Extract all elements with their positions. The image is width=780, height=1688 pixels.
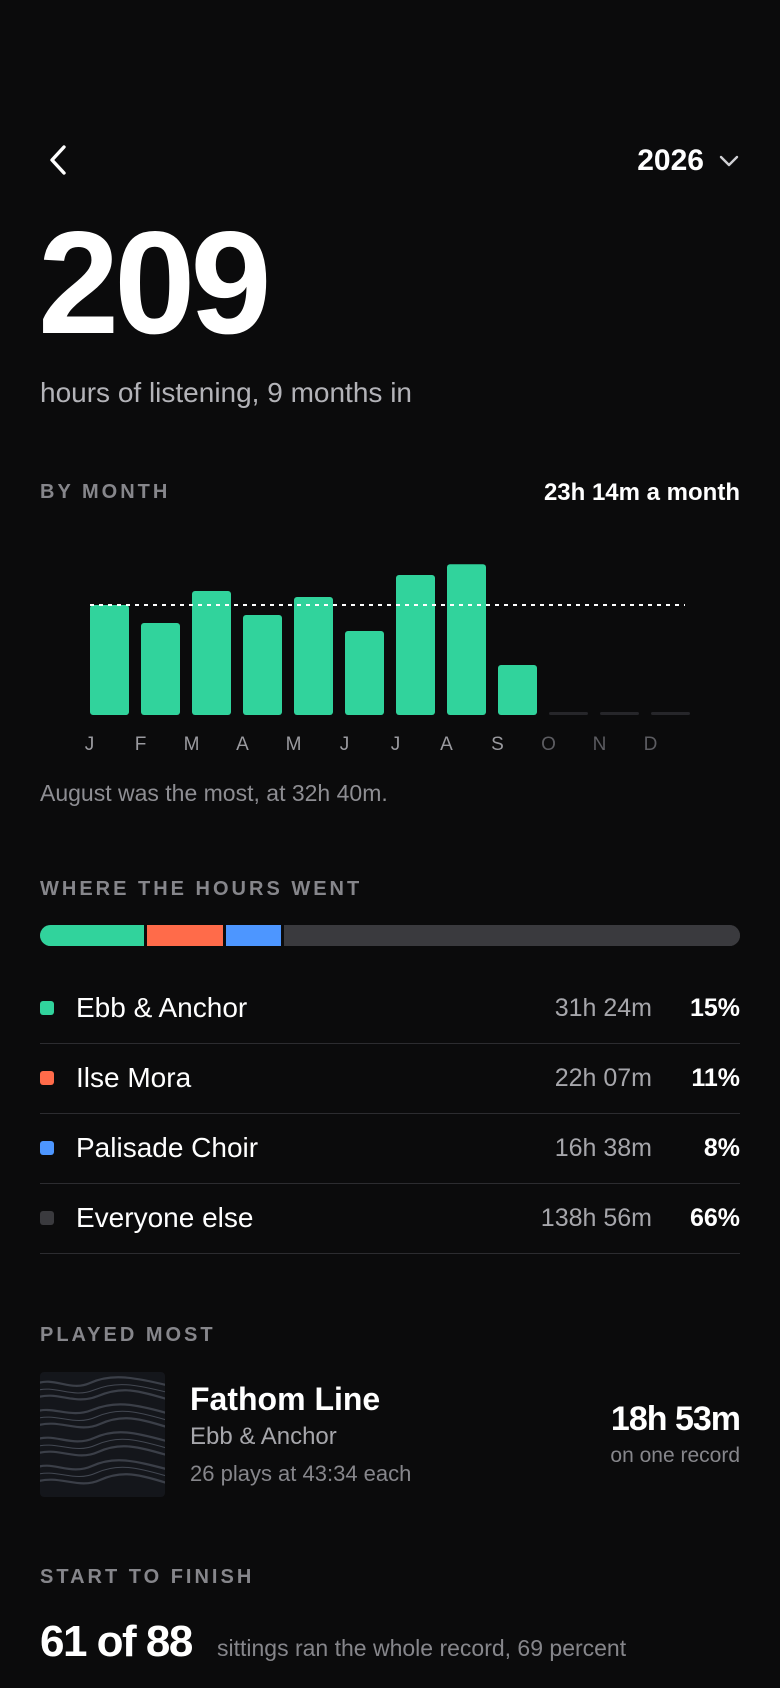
- record-plays: 26 plays at 43:34 each: [190, 1461, 412, 1486]
- share-segment: [283, 925, 740, 946]
- artist-time: 22h 07m: [554, 1063, 652, 1092]
- completion-caption: sittings ran the whole record, 69 percen…: [217, 1635, 627, 1661]
- share-segment: [146, 925, 226, 946]
- artist-name: Ilse Mora: [76, 1062, 192, 1093]
- month-bar[interactable]: [192, 591, 231, 715]
- breakdown-row-everyone-else[interactable]: Everyone else 138h 56m 66%: [40, 1183, 740, 1254]
- month-label: S: [491, 734, 504, 755]
- artist-percent: 66%: [689, 1203, 740, 1232]
- month-label: A: [236, 734, 249, 755]
- color-swatch: [40, 1001, 54, 1015]
- chevron-left-icon: [50, 145, 66, 175]
- month-label: M: [286, 734, 302, 755]
- month-label: J: [85, 734, 95, 755]
- album-art[interactable]: [40, 1372, 165, 1497]
- artist-time: 16h 38m: [554, 1133, 652, 1162]
- back-button[interactable]: [40, 140, 80, 180]
- breakdown-heading: WHERE THE HOURS WENT: [40, 878, 363, 900]
- breakdown-row-palisade-choir[interactable]: Palisade Choir 16h 38m 8%: [40, 1113, 740, 1184]
- breakdown-row-ebb-anchor[interactable]: Ebb & Anchor 31h 24m 15%: [40, 973, 740, 1044]
- color-swatch: [40, 1141, 54, 1155]
- artist-percent: 15%: [689, 993, 740, 1022]
- month-label: J: [340, 734, 350, 755]
- artist-name: Everyone else: [76, 1202, 254, 1233]
- month-bar-empty: [600, 712, 639, 715]
- monthly-bar-chart: JFMAMJJASOND: [85, 564, 690, 755]
- month-bar[interactable]: [447, 564, 486, 715]
- month-label: F: [135, 734, 147, 755]
- year-selector[interactable]: 2026: [637, 138, 740, 184]
- played-most-heading: PLAYED MOST: [40, 1324, 216, 1346]
- month-bar-empty: [549, 712, 588, 715]
- record-time: 18h 53m: [610, 1400, 741, 1438]
- month-bar[interactable]: [294, 597, 333, 715]
- artist-name: Ebb & Anchor: [76, 992, 248, 1023]
- month-label: O: [541, 734, 556, 755]
- month-label: A: [440, 734, 453, 755]
- chevron-down-icon: [719, 155, 739, 167]
- month-bar[interactable]: [396, 575, 435, 715]
- month-bar[interactable]: [243, 615, 282, 715]
- completion-count: 61 of 88: [40, 1617, 193, 1666]
- record-title: Fathom Line: [190, 1381, 381, 1417]
- artist-time: 138h 56m: [540, 1203, 652, 1232]
- year-label: 2026: [637, 144, 704, 177]
- top-month-note: August was the most, at 32h 40m.: [40, 780, 388, 806]
- monthly-average: 23h 14m a month: [543, 479, 740, 506]
- month-label: D: [644, 734, 658, 755]
- record-artist: Ebb & Anchor: [190, 1423, 337, 1450]
- artist-name: Palisade Choir: [76, 1132, 259, 1163]
- month-bar[interactable]: [498, 665, 537, 715]
- by-month-heading: BY MONTH: [40, 481, 171, 503]
- month-label: J: [391, 734, 401, 755]
- record-time-caption: on one record: [610, 1444, 740, 1467]
- share-segment: [225, 925, 284, 946]
- month-bar[interactable]: [90, 605, 129, 715]
- month-label: N: [593, 734, 607, 755]
- artist-percent: 8%: [703, 1133, 740, 1162]
- month-bar[interactable]: [345, 631, 384, 715]
- total-hours: 209: [38, 201, 272, 364]
- month-bar-empty: [651, 712, 690, 715]
- color-swatch: [40, 1071, 54, 1085]
- month-bar[interactable]: [141, 623, 180, 715]
- artist-time: 31h 24m: [554, 993, 652, 1022]
- hours-subtitle: hours of listening, 9 months in: [40, 377, 412, 408]
- breakdown-row-ilse-mora[interactable]: Ilse Mora 22h 07m 11%: [40, 1043, 740, 1114]
- month-label: M: [184, 734, 200, 755]
- color-swatch: [40, 1211, 54, 1225]
- share-stacked-bar: [40, 925, 740, 946]
- artist-percent: 11%: [691, 1063, 740, 1092]
- share-segment: [40, 925, 147, 946]
- start-to-finish-heading: START TO FINISH: [40, 1566, 255, 1588]
